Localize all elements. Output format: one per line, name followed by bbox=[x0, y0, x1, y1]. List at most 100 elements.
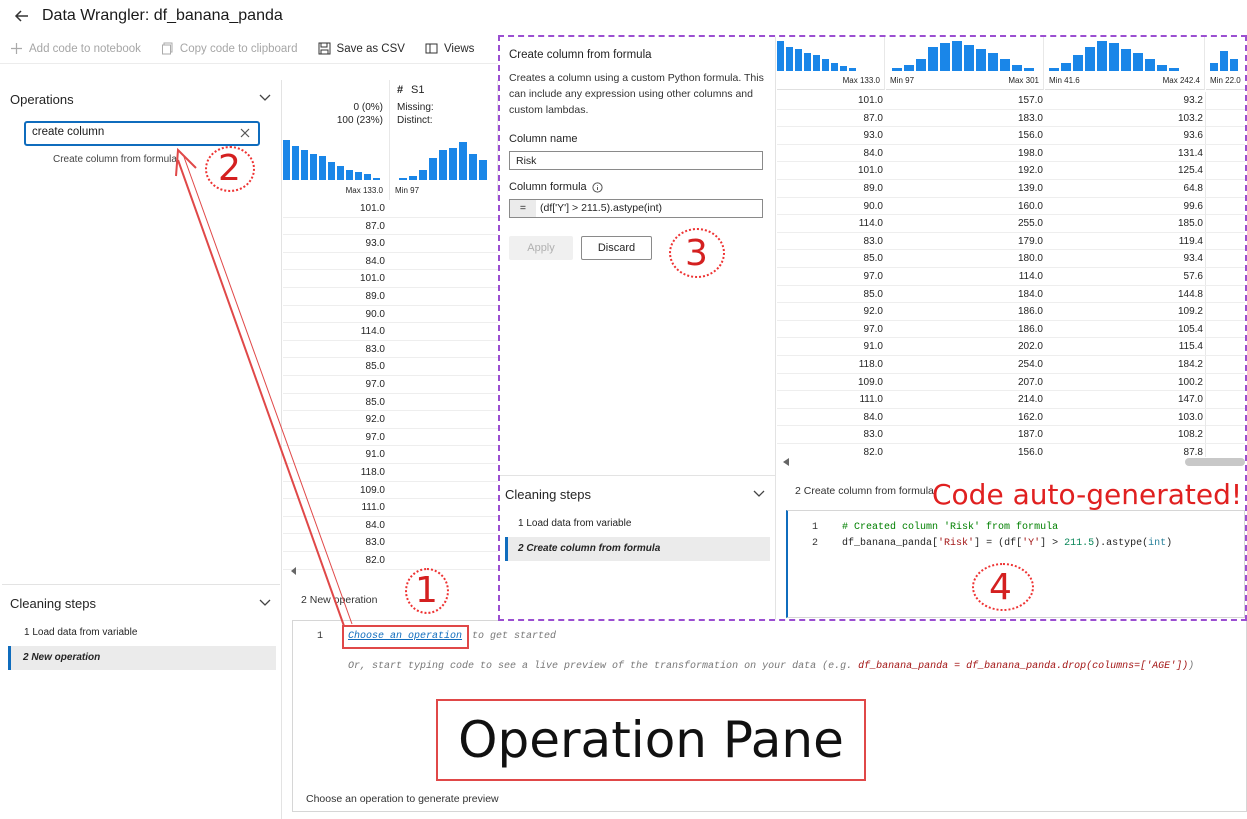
save-csv-button[interactable]: Save as CSV bbox=[308, 34, 415, 64]
table-row[interactable]: 83.0 187.0 108.2 bbox=[777, 426, 1245, 444]
table-cell: 84.0 bbox=[365, 255, 385, 267]
annotation-number: 3 bbox=[685, 233, 708, 274]
column-header[interactable]: Min 41.6 Max 242.4 bbox=[1045, 37, 1205, 90]
table-cell: 90.0 bbox=[863, 200, 883, 212]
table-row[interactable]: 109.0 bbox=[283, 482, 498, 500]
code-token: ).astype( bbox=[1094, 538, 1149, 549]
info-icon[interactable] bbox=[592, 181, 603, 193]
operation-pane-label: Operation Pane bbox=[458, 711, 844, 769]
table-row[interactable]: 97.0 bbox=[283, 376, 498, 394]
table-row[interactable]: 101.0 bbox=[283, 270, 498, 288]
table-row[interactable]: 85.0 180.0 93.4 bbox=[777, 250, 1245, 268]
table-row[interactable]: 93.0 156.0 93.6 bbox=[777, 127, 1245, 145]
operation-result-item[interactable]: Create column from formula bbox=[53, 154, 177, 165]
chevron-down-icon[interactable] bbox=[258, 598, 272, 608]
column-header[interactable]: Max 133.0 bbox=[777, 37, 885, 90]
cleaning-step-item[interactable]: 1 Load data from variable bbox=[518, 518, 631, 529]
table-row[interactable]: 92.0 bbox=[283, 411, 498, 429]
table-row[interactable]: 83.0 bbox=[283, 534, 498, 552]
code-auto-generated-label: Code auto-generated! bbox=[932, 478, 1243, 511]
table-cell: 105.4 bbox=[1177, 323, 1203, 335]
search-input[interactable] bbox=[32, 126, 232, 138]
table-row[interactable]: 118.0 bbox=[283, 464, 498, 482]
table-row[interactable]: 84.0 198.0 131.4 bbox=[777, 144, 1245, 163]
table-row[interactable]: 91.0 202.0 115.4 bbox=[777, 338, 1245, 356]
table-row[interactable]: 90.0 160.0 99.6 bbox=[777, 197, 1245, 216]
table-row[interactable]: 84.0 bbox=[283, 517, 498, 535]
close-icon[interactable] bbox=[239, 127, 251, 139]
table-cell: 83.0 bbox=[365, 343, 385, 355]
table-row[interactable]: 85.0 bbox=[283, 358, 498, 376]
back-arrow-icon[interactable] bbox=[12, 6, 32, 26]
table-row[interactable]: 101.0 157.0 93.2 bbox=[777, 92, 1245, 110]
table-cell: 187.0 bbox=[1017, 429, 1043, 441]
discard-button[interactable]: Discard bbox=[581, 236, 652, 260]
table-row[interactable]: 118.0 254.0 184.2 bbox=[777, 356, 1245, 374]
save-csv-label: Save as CSV bbox=[336, 42, 405, 55]
table-cell: 186.0 bbox=[1017, 306, 1043, 318]
operations-title: Operations bbox=[10, 92, 74, 107]
table-row[interactable]: 85.0 184.0 144.8 bbox=[777, 285, 1245, 304]
table-row[interactable]: 82.0 156.0 87.8 bbox=[777, 444, 1245, 457]
operations-search[interactable] bbox=[24, 121, 260, 146]
column-name-field[interactable]: Risk bbox=[509, 151, 763, 170]
table-row[interactable]: 87.0 183.0 103.2 bbox=[777, 109, 1245, 128]
scroll-left-icon[interactable] bbox=[290, 566, 298, 576]
copy-code-button[interactable]: Copy code to clipboard bbox=[151, 34, 308, 64]
views-button[interactable]: Views bbox=[415, 34, 484, 64]
table-cell: 85.0 bbox=[365, 361, 385, 373]
table-row[interactable]: 114.0 255.0 185.0 bbox=[777, 215, 1245, 233]
table-row[interactable]: 89.0 139.0 64.8 bbox=[777, 180, 1245, 198]
table-row[interactable]: 114.0 bbox=[283, 323, 498, 341]
table-cell: 97.0 bbox=[365, 431, 385, 443]
table-row[interactable]: 101.0 192.0 125.4 bbox=[777, 162, 1245, 180]
max-label: Max 301 bbox=[1008, 76, 1039, 85]
table-cell: 91.0 bbox=[863, 341, 883, 353]
add-code-button[interactable]: Add code to notebook bbox=[0, 34, 151, 64]
table-cell: 180.0 bbox=[1017, 253, 1043, 265]
table-row[interactable]: 111.0 bbox=[283, 499, 498, 517]
table-row[interactable]: 83.0 bbox=[283, 341, 498, 359]
table-row[interactable]: 97.0 bbox=[283, 429, 498, 447]
table-row[interactable]: 97.0 186.0 105.4 bbox=[777, 320, 1245, 339]
column-header[interactable]: 0 (0%) 100 (23%) Max 133.0 bbox=[283, 80, 390, 200]
table-row[interactable]: 93.0 bbox=[283, 235, 498, 253]
table-cell: 109.2 bbox=[1177, 306, 1203, 318]
table-cell: 93.0 bbox=[365, 238, 385, 250]
code-string: 'Risk' bbox=[938, 538, 975, 549]
table-row[interactable]: 85.0 bbox=[283, 394, 498, 412]
chevron-down-icon[interactable] bbox=[752, 489, 766, 499]
apply-button[interactable]: Apply bbox=[509, 236, 573, 260]
table-row[interactable]: 109.0 207.0 100.2 bbox=[777, 373, 1245, 392]
cleaning-step-item-active[interactable]: 2 Create column from formula bbox=[505, 537, 770, 561]
table-cell: 101.0 bbox=[359, 203, 385, 214]
table-cell: 160.0 bbox=[1017, 200, 1043, 212]
chevron-down-icon[interactable] bbox=[258, 93, 272, 103]
table-row[interactable]: 84.0 162.0 103.0 bbox=[777, 408, 1245, 427]
column-name-label: Column name bbox=[509, 133, 578, 145]
code-token: ] > bbox=[1040, 538, 1065, 549]
cleaning-step-item[interactable]: 1 Load data from variable bbox=[24, 627, 137, 638]
table-cell: 179.0 bbox=[1017, 235, 1043, 247]
operation-title: 2 Create column from formula bbox=[795, 485, 934, 497]
column-formula-field[interactable]: = (df['Y'] > 211.5).astype(int) bbox=[509, 199, 763, 218]
copy-code-label: Copy code to clipboard bbox=[179, 42, 298, 55]
cleaning-step-item-active[interactable]: 2 New operation bbox=[8, 646, 276, 670]
table-row[interactable]: 87.0 bbox=[283, 218, 498, 236]
table-row[interactable]: 101.0 bbox=[283, 200, 498, 218]
table-cell: 83.0 bbox=[863, 235, 883, 247]
table-row[interactable]: 111.0 214.0 147.0 bbox=[777, 391, 1245, 409]
table-row[interactable]: 91.0 bbox=[283, 446, 498, 464]
line-number: 1 bbox=[317, 631, 324, 642]
column-header-s1[interactable]: # S1 Missing: Distinct: Min 97 bbox=[391, 80, 498, 200]
table-row[interactable]: 97.0 114.0 57.6 bbox=[777, 268, 1245, 286]
column-header[interactable]: Min 22.0 bbox=[1206, 37, 1245, 90]
horizontal-scrollbar[interactable] bbox=[777, 457, 1245, 467]
table-row[interactable]: 89.0 bbox=[283, 288, 498, 306]
table-row[interactable]: 92.0 186.0 109.2 bbox=[777, 303, 1245, 321]
table-row[interactable]: 90.0 bbox=[283, 306, 498, 324]
table-row[interactable]: 82.0 bbox=[283, 552, 498, 570]
table-row[interactable]: 83.0 179.0 119.4 bbox=[777, 232, 1245, 251]
column-header[interactable]: Min 97 Max 301 bbox=[886, 37, 1044, 90]
table-row[interactable]: 84.0 bbox=[283, 253, 498, 271]
